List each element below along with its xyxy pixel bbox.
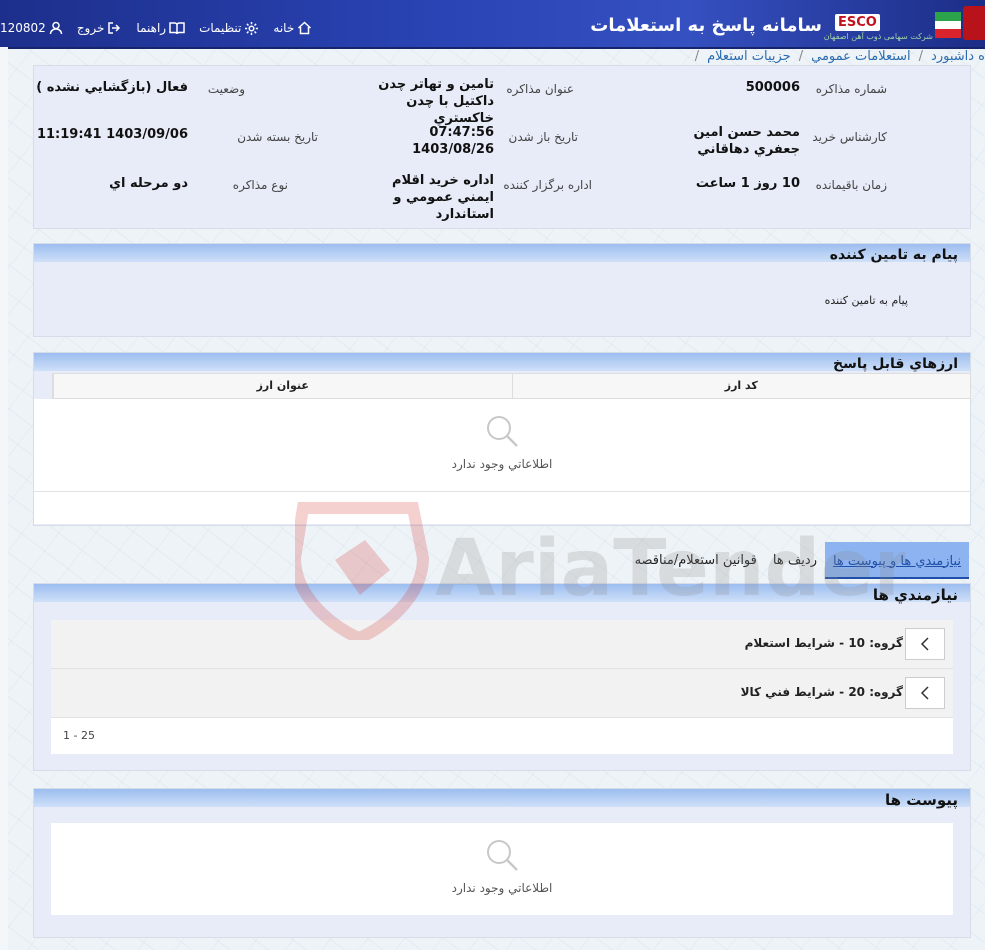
breadcrumb-public-inquiries[interactable]: استعلامات عمومي [811, 49, 911, 64]
open-date: 1403/08/26 [412, 142, 494, 157]
logout-icon [108, 22, 121, 34]
search-icon [487, 840, 518, 871]
tab-requirements-attachments[interactable]: نيازمندي ها و پيوست ها [824, 541, 969, 579]
breadcrumb-inquiry-details[interactable]: جزييات استعلام [707, 49, 791, 64]
column-currency-code[interactable]: كد ارز [511, 374, 971, 398]
chevron-left-icon [920, 686, 929, 700]
breadcrumb-separator: / [798, 48, 804, 64]
expand-button[interactable] [905, 628, 945, 660]
panel-header-bar [34, 584, 970, 602]
supplier-message-panel: پيام به تامين كننده پيام به تامين كننده [33, 243, 971, 337]
supplier-message-text: پيام به تامين كننده [824, 294, 908, 307]
inquiry-info-panel: شماره مذاكره 500006 كارشناس خريد محمد حس… [33, 65, 971, 229]
negotiation-type-label: نوع مذاكره [232, 178, 288, 192]
attachments-title: پيوست ها [884, 791, 958, 809]
empty-text: اطلاعاتي وجود ندارد [451, 457, 553, 471]
user-menu[interactable]: 120802 [0, 21, 63, 35]
chevron-left-icon [920, 637, 929, 651]
negotiation-title: تامين و تهاتر چدن داكتيل با چدن خاكستري [378, 77, 494, 126]
detail-tabs: نيازمندي ها و پيوست ها رديف ها قوانين اس… [627, 541, 969, 579]
breadcrumb-separator: / [694, 48, 700, 64]
breadcrumb: ه داشبورد / استعلامات عمومي / جزييات است… [695, 47, 985, 65]
user-id: 120802 [0, 21, 46, 35]
open-date-label: تاريخ باز شدن [508, 130, 578, 144]
remaining-time: 10 روز 1 ساعت [695, 176, 800, 191]
group-label: گروه: 10 - شرايط استعلام [744, 636, 903, 650]
left-gutter [0, 47, 8, 950]
currencies-table-header: كد ارز عنوان ارز [52, 373, 971, 399]
empty-text: اطلاعاتي وجود ندارد [451, 881, 553, 895]
supplier-message-title: پيام به تامين كننده [829, 247, 958, 263]
settings-button[interactable]: تنظيمات [199, 21, 259, 36]
currencies-empty-state: اطلاعاتي وجود ندارد [34, 399, 970, 492]
attachments-panel: پيوست ها اطلاعاتي وجود ندارد [33, 788, 971, 938]
currencies-title: ارزهاي قابل پاسخ [832, 356, 958, 372]
user-icon [49, 21, 63, 35]
negotiation-title-label: عنوان مذاكره [506, 82, 574, 96]
logout-label: خروج [76, 21, 105, 35]
attachments-empty-state: اطلاعاتي وجود ندارد [51, 823, 953, 915]
group-label: گروه: 20 - شرايط فني كالا [740, 685, 903, 699]
table-footer [34, 492, 970, 524]
buyer-expert: محمد حسن امين جعفري دهاقاني [693, 125, 800, 157]
flag-icon [935, 12, 961, 38]
requirements-title: نيازمندي ها [872, 586, 958, 604]
logo-caption: شرکت سهامی ذوب آهن اصفهان [823, 32, 933, 41]
settings-label: تنظيمات [199, 21, 242, 35]
requirement-group-row[interactable]: گروه: 10 - شرايط استعلام [51, 620, 953, 669]
top-nav: 120802 خروج راهنما تنظيمات خانه [0, 18, 312, 38]
gear-icon [245, 21, 259, 35]
breadcrumb-separator: / [918, 48, 924, 64]
expand-button[interactable] [905, 677, 945, 709]
tab-rows[interactable]: رديف ها [765, 547, 825, 574]
logout-button[interactable]: خروج [77, 21, 123, 35]
app-title: سامانه پاسخ به استعلامات [590, 15, 822, 36]
breadcrumb-dashboard[interactable]: ه داشبورد [931, 49, 985, 64]
requirements-panel: نيازمندي ها گروه: 10 - شرايط استعلام گرو… [33, 583, 971, 771]
help-label: راهنما [136, 21, 167, 35]
requirement-group-row[interactable]: گروه: 20 - شرايط فني كالا [51, 669, 953, 718]
book-icon [169, 22, 185, 35]
close-date-label: تاريخ بسته شدن [237, 130, 318, 144]
panel-header-bar [34, 353, 970, 371]
esco-logo: ESCO [835, 14, 880, 31]
home-button[interactable]: خانه [273, 21, 312, 35]
negotiation-number: 500006 [745, 80, 800, 95]
company-logo [963, 6, 985, 40]
open-time: 07:47:56 [429, 125, 494, 140]
status-value: فعال (بازگشايي نشده ) [36, 80, 188, 95]
organizer: اداره خريد اقلام ايمني عمومي و استاندارد [391, 173, 494, 222]
negotiation-type: دو مرحله اي [109, 176, 188, 191]
home-icon [298, 21, 312, 35]
home-label: خانه [273, 21, 295, 35]
currencies-panel: ارزهاي قابل پاسخ كد ارز عنوان ارز اطلاعا… [33, 352, 971, 526]
top-header: شرکت سهامی ذوب آهن اصفهان ESCO سامانه پا… [0, 0, 985, 49]
remaining-time-label: زمان باقيمانده [815, 178, 887, 192]
buyer-expert-label: كارشناس خريد [812, 130, 887, 144]
pager: 1 - 25 [51, 718, 953, 754]
negotiation-number-label: شماره مذاكره [815, 82, 887, 96]
help-button[interactable]: راهنما [136, 21, 185, 35]
organizer-label: اداره برگزار كننده [503, 178, 592, 192]
search-icon [487, 416, 518, 447]
column-currency-title[interactable]: عنوان ارز [53, 374, 512, 398]
pager-range: 1 - 25 [63, 729, 95, 742]
close-date: 1403/09/06 11:19:41 [36, 127, 188, 142]
tab-rules[interactable]: قوانين استعلام/مناقصه [627, 547, 765, 574]
status-label: وضعيت [207, 82, 245, 96]
panel-header-bar [34, 789, 970, 807]
